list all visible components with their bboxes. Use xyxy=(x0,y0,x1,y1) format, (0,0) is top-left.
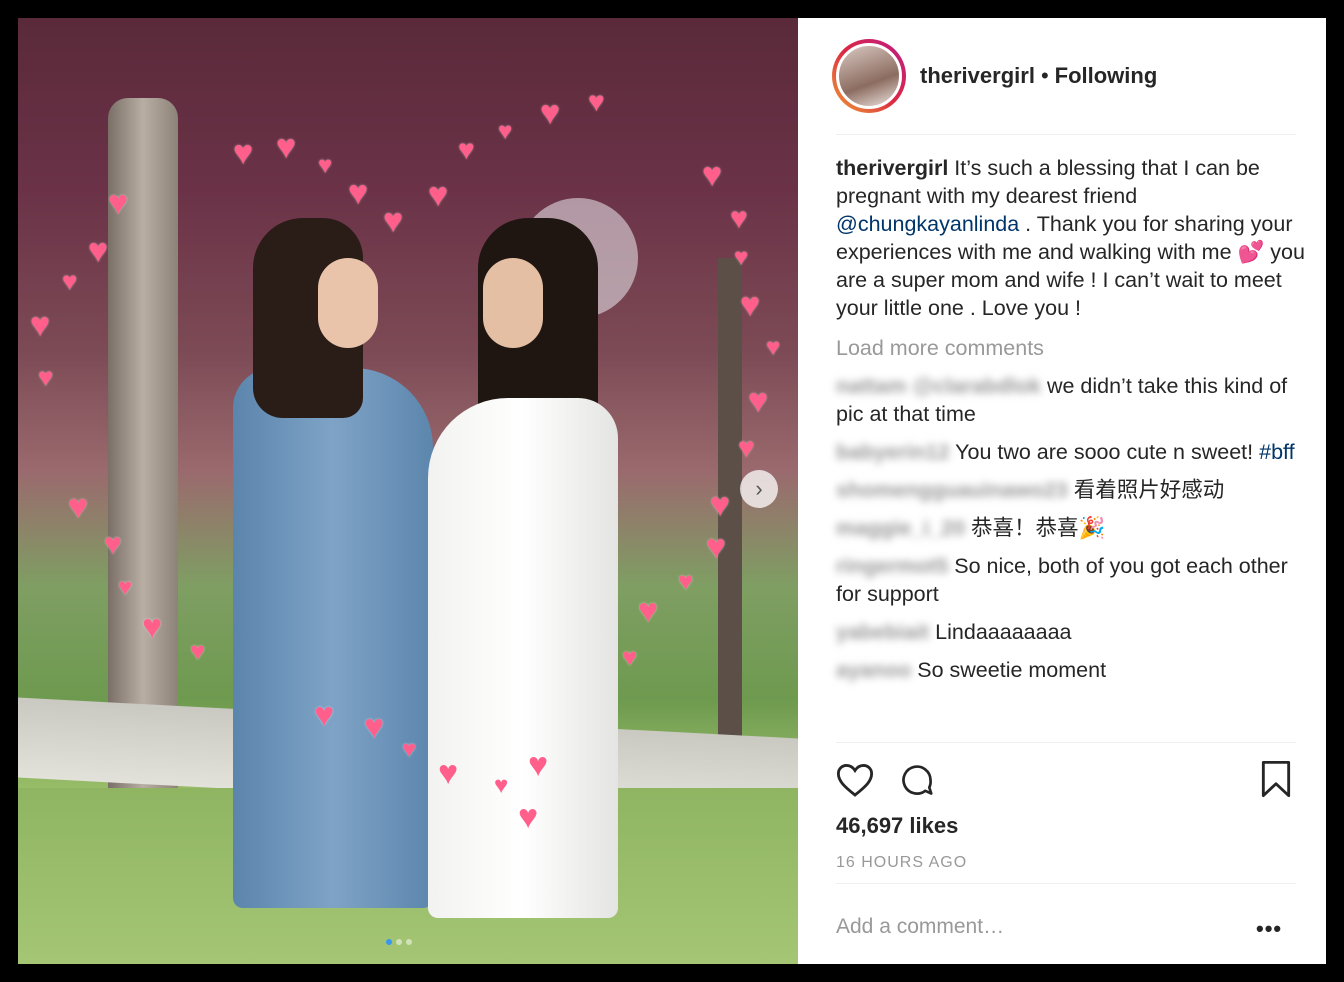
comment: babyerin12 You two are sooo cute n sweet… xyxy=(836,438,1306,466)
heart-sticker-icon: ♥ xyxy=(318,152,333,179)
heart-sticker-icon: ♥ xyxy=(118,574,133,601)
post-modal: ♥ ♥ ♥ ♥ ♥ ♥ ♥ ♥ ♥ ♥ ♥ ♥ ♥ ♥ ♥ ♥ ♥ ♥ ♥ ♥ … xyxy=(18,18,1326,964)
comment-username[interactable]: nattam @clarabdlok xyxy=(836,374,1041,398)
comment-text: 看着照片好感动 xyxy=(1067,478,1225,502)
heart-sticker-icon: ♥ xyxy=(498,118,513,145)
more-options-button[interactable]: ••• xyxy=(1256,916,1282,942)
add-comment-input[interactable]: Add a comment… xyxy=(836,915,1004,939)
header-separator: • xyxy=(1040,63,1049,88)
comment-text: 恭喜！恭喜🎉 xyxy=(965,516,1106,540)
heart-sticker-icon: ♥ xyxy=(622,642,638,672)
heart-sticker-icon: ♥ xyxy=(638,592,659,630)
heart-sticker-icon: ♥ xyxy=(104,528,122,561)
carousel-dot xyxy=(396,939,402,945)
likes-count[interactable]: 46,697 likes xyxy=(836,813,958,839)
caption-mention-link[interactable]: @chungkayanlinda xyxy=(836,212,1019,236)
heart-sticker-icon: ♥ xyxy=(678,566,694,596)
comment-text: Lindaaaaaaaa xyxy=(929,620,1072,644)
heart-sticker-icon: ♥ xyxy=(38,362,54,392)
heart-sticker-icon: ♥ xyxy=(706,528,727,566)
heart-sticker-icon: ♥ xyxy=(30,306,51,344)
heart-sticker-icon: ♥ xyxy=(740,286,761,324)
comment: ayanoo So sweetie moment xyxy=(836,656,1306,684)
avatar-story-ring[interactable] xyxy=(832,39,906,113)
post-header: therivergirl • Following xyxy=(798,18,1326,134)
heart-sticker-icon: ♥ xyxy=(588,86,605,117)
photo-person-left xyxy=(223,218,433,918)
heart-sticker-icon: ♥ xyxy=(314,696,335,734)
heart-sticker-icon: ♥ xyxy=(190,636,206,666)
comment-username[interactable]: babyerin12 xyxy=(836,440,950,464)
comment: maggie_i_20 恭喜！恭喜🎉 xyxy=(836,514,1306,542)
heart-sticker-icon: ♥ xyxy=(540,94,561,132)
heart-sticker-icon: ♥ xyxy=(748,382,769,420)
comment-username[interactable]: ayanoo xyxy=(836,658,911,682)
heart-sticker-icon: ♥ xyxy=(62,266,78,296)
heart-sticker-icon: ♥ xyxy=(458,134,475,165)
heart-sticker-icon: ♥ xyxy=(734,244,749,271)
heart-sticker-icon: ♥ xyxy=(494,772,509,799)
load-more-comments-button[interactable]: Load more comments xyxy=(836,334,1306,362)
heart-sticker-icon: ♥ xyxy=(348,174,369,212)
chevron-right-icon: › xyxy=(755,476,763,501)
header-username[interactable]: therivergirl xyxy=(920,63,1035,89)
heart-sticker-icon: ♥ xyxy=(428,176,449,214)
post-caption: therivergirl It’s such a blessing that I… xyxy=(836,154,1306,322)
comment-username[interactable]: shomengguauinawo23 xyxy=(836,478,1068,502)
heart-sticker-icon: ♥ xyxy=(528,746,549,784)
heart-outline-icon[interactable] xyxy=(836,762,874,798)
comment-username[interactable]: maggie_i_20 xyxy=(836,516,965,540)
carousel-dot xyxy=(406,939,412,945)
heart-sticker-icon: ♥ xyxy=(88,232,109,270)
carousel-dot xyxy=(386,939,392,945)
heart-sticker-icon: ♥ xyxy=(142,608,163,646)
heart-sticker-icon: ♥ xyxy=(233,134,254,172)
heart-sticker-icon: ♥ xyxy=(438,754,459,792)
heart-sticker-icon: ♥ xyxy=(383,202,404,240)
post-side-panel: therivergirl • Following therivergirl It… xyxy=(798,18,1326,964)
heart-sticker-icon: ♥ xyxy=(738,432,755,463)
hashtag-link[interactable]: #bff xyxy=(1259,440,1294,464)
caption-username[interactable]: therivergirl xyxy=(836,156,948,180)
heart-sticker-icon: ♥ xyxy=(518,798,539,836)
header-divider xyxy=(836,134,1296,135)
heart-sticker-icon: ♥ xyxy=(364,708,385,746)
heart-sticker-icon: ♥ xyxy=(108,184,129,222)
carousel-dots xyxy=(386,939,412,945)
comment: ringermot5 So nice, both of you got each… xyxy=(836,552,1306,608)
heart-sticker-icon: ♥ xyxy=(710,486,731,524)
comment: yabebiait Lindaaaaaaaa xyxy=(836,618,1306,646)
carousel-next-button[interactable]: › xyxy=(740,470,778,508)
comment-text: You two are sooo cute n sweet! xyxy=(949,440,1260,464)
actions-divider xyxy=(836,742,1296,743)
action-bar xyxy=(836,758,1296,802)
comment-username[interactable]: yabebiait xyxy=(836,620,929,644)
post-photo[interactable]: ♥ ♥ ♥ ♥ ♥ ♥ ♥ ♥ ♥ ♥ ♥ ♥ ♥ ♥ ♥ ♥ ♥ ♥ ♥ ♥ … xyxy=(18,18,798,964)
comment-username[interactable]: ringermot5 xyxy=(836,554,948,578)
heart-sticker-icon: ♥ xyxy=(68,488,89,526)
heart-sticker-icon: ♥ xyxy=(276,128,297,166)
heart-sticker-icon: ♥ xyxy=(766,334,781,361)
comment-box-divider xyxy=(836,883,1296,884)
comment: nattam @clarabdlok we didn’t take this k… xyxy=(836,372,1306,428)
speech-bubble-icon[interactable] xyxy=(898,762,936,798)
comment-text: So sweetie moment xyxy=(911,658,1107,682)
comments-list: therivergirl It’s such a blessing that I… xyxy=(836,154,1306,694)
bookmark-icon[interactable] xyxy=(1260,760,1292,798)
comment: shomengguauinawo23 看着照片好感动 xyxy=(836,476,1306,504)
avatar[interactable] xyxy=(836,43,902,109)
heart-sticker-icon: ♥ xyxy=(402,736,417,763)
heart-sticker-icon: ♥ xyxy=(730,202,748,235)
post-timestamp[interactable]: 16 HOURS AGO xyxy=(836,854,967,872)
following-button[interactable]: Following xyxy=(1055,63,1158,89)
heart-sticker-icon: ♥ xyxy=(702,156,723,194)
